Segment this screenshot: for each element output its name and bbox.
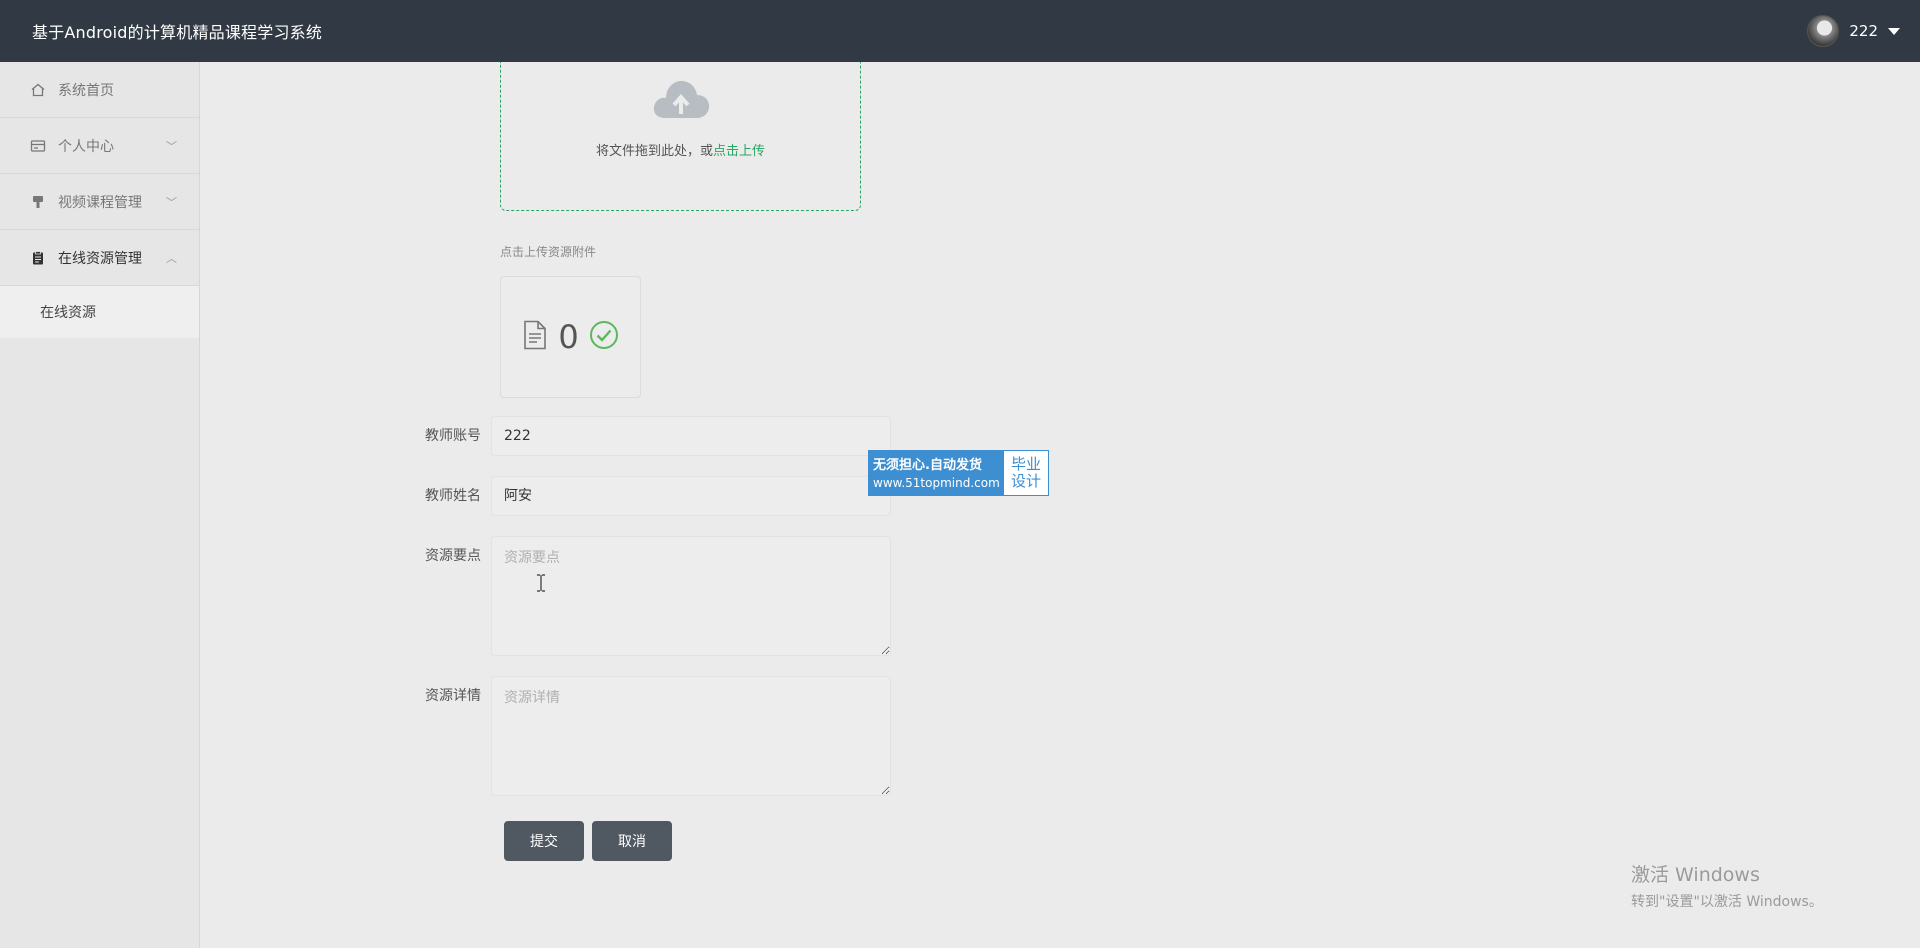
chevron-up-icon: ︿ (166, 251, 177, 265)
submit-button[interactable]: 提交 (504, 821, 584, 861)
clipboard-icon (30, 250, 46, 266)
sidebar-item-home[interactable]: 系统首页 (0, 62, 199, 118)
sidebar-item-personal-center[interactable]: 个人中心 ﹀ (0, 118, 199, 174)
sidebar: 系统首页 个人中心 ﹀ 视频课程管理 ﹀ 在线资源管理 ︿ 在线资源 (0, 62, 200, 948)
chevron-down-icon: ﹀ (166, 195, 177, 209)
watermark-line1: 无须担心.自动发货 (873, 458, 982, 473)
sidebar-subitem-online-resource[interactable]: 在线资源 (0, 286, 199, 338)
sidebar-item-online-resource[interactable]: 在线资源管理 ︿ (0, 230, 199, 286)
check-circle-icon (589, 320, 619, 354)
top-bar: 基于Android的计算机精品课程学习系统 222 (0, 0, 1920, 62)
resource-details-label: 资源详情 (425, 688, 481, 704)
windows-activation-notice: 激活 Windows 转到"设置"以激活 Windows。 (1631, 860, 1823, 911)
file-count: 0 (558, 318, 579, 356)
sidebar-item-label: 个人中心 (58, 138, 114, 155)
watermark-line2: www.51topmind.com (873, 476, 1000, 490)
app-title: 基于Android的计算机精品课程学习系统 (32, 23, 323, 42)
user-menu[interactable]: 222 (1807, 15, 1900, 47)
cancel-button[interactable]: 取消 (592, 821, 672, 861)
teacher-account-input[interactable]: 222 (491, 416, 891, 456)
resource-points-row: 资源要点 (391, 536, 891, 656)
text-cursor-icon (536, 574, 546, 596)
brush-icon (30, 194, 46, 210)
resource-details-row: 资源详情 (391, 676, 891, 796)
activation-title: 激活 Windows (1631, 864, 1760, 886)
main-content: 将文件拖到此处，或点击上传 点击上传资源附件 0 教师账号 222 教师姓名 阿… (201, 62, 1920, 948)
teacher-name-row: 教师姓名 阿安 (391, 476, 891, 516)
file-dropzone[interactable]: 将文件拖到此处，或点击上传 (500, 62, 861, 211)
resource-points-label: 资源要点 (425, 548, 481, 564)
click-upload-link[interactable]: 点击上传 (713, 144, 765, 159)
teacher-name-input[interactable]: 阿安 (491, 476, 891, 516)
chevron-down-icon: ﹀ (166, 139, 177, 153)
watermark-main: 无须担心.自动发货 www.51topmind.com (869, 451, 1004, 495)
teacher-name-label: 教师姓名 (425, 488, 481, 504)
username[interactable]: 222 (1849, 22, 1878, 40)
dropzone-hint-text: 将文件拖到此处，或 (595, 144, 713, 159)
sidebar-item-label: 在线资源管理 (58, 250, 142, 267)
resource-details-textarea[interactable] (491, 676, 891, 796)
attachment-tip: 点击上传资源附件 (500, 245, 597, 259)
teacher-account-label: 教师账号 (425, 428, 481, 444)
card-icon (30, 138, 46, 154)
sidebar-item-video-course[interactable]: 视频课程管理 ﹀ (0, 174, 199, 230)
caret-down-icon[interactable] (1888, 27, 1900, 35)
dropzone-hint: 将文件拖到此处，或点击上传 (596, 140, 765, 159)
watermark-side: 毕业设计 (1010, 455, 1041, 490)
sidebar-item-label: 系统首页 (58, 82, 114, 99)
teacher-account-row: 教师账号 222 (391, 416, 891, 456)
activation-subtitle: 转到"设置"以激活 Windows。 (1631, 894, 1823, 910)
avatar[interactable] (1807, 15, 1840, 47)
sidebar-item-label: 视频课程管理 (58, 194, 142, 211)
vendor-watermark: 无须担心.自动发货 www.51topmind.com 毕业设计 (868, 450, 1049, 496)
document-icon (522, 320, 548, 354)
resource-points-textarea[interactable] (491, 536, 891, 656)
uploaded-file-card[interactable]: 0 (500, 276, 641, 398)
cloud-upload-icon (649, 74, 713, 126)
home-icon (30, 82, 46, 98)
